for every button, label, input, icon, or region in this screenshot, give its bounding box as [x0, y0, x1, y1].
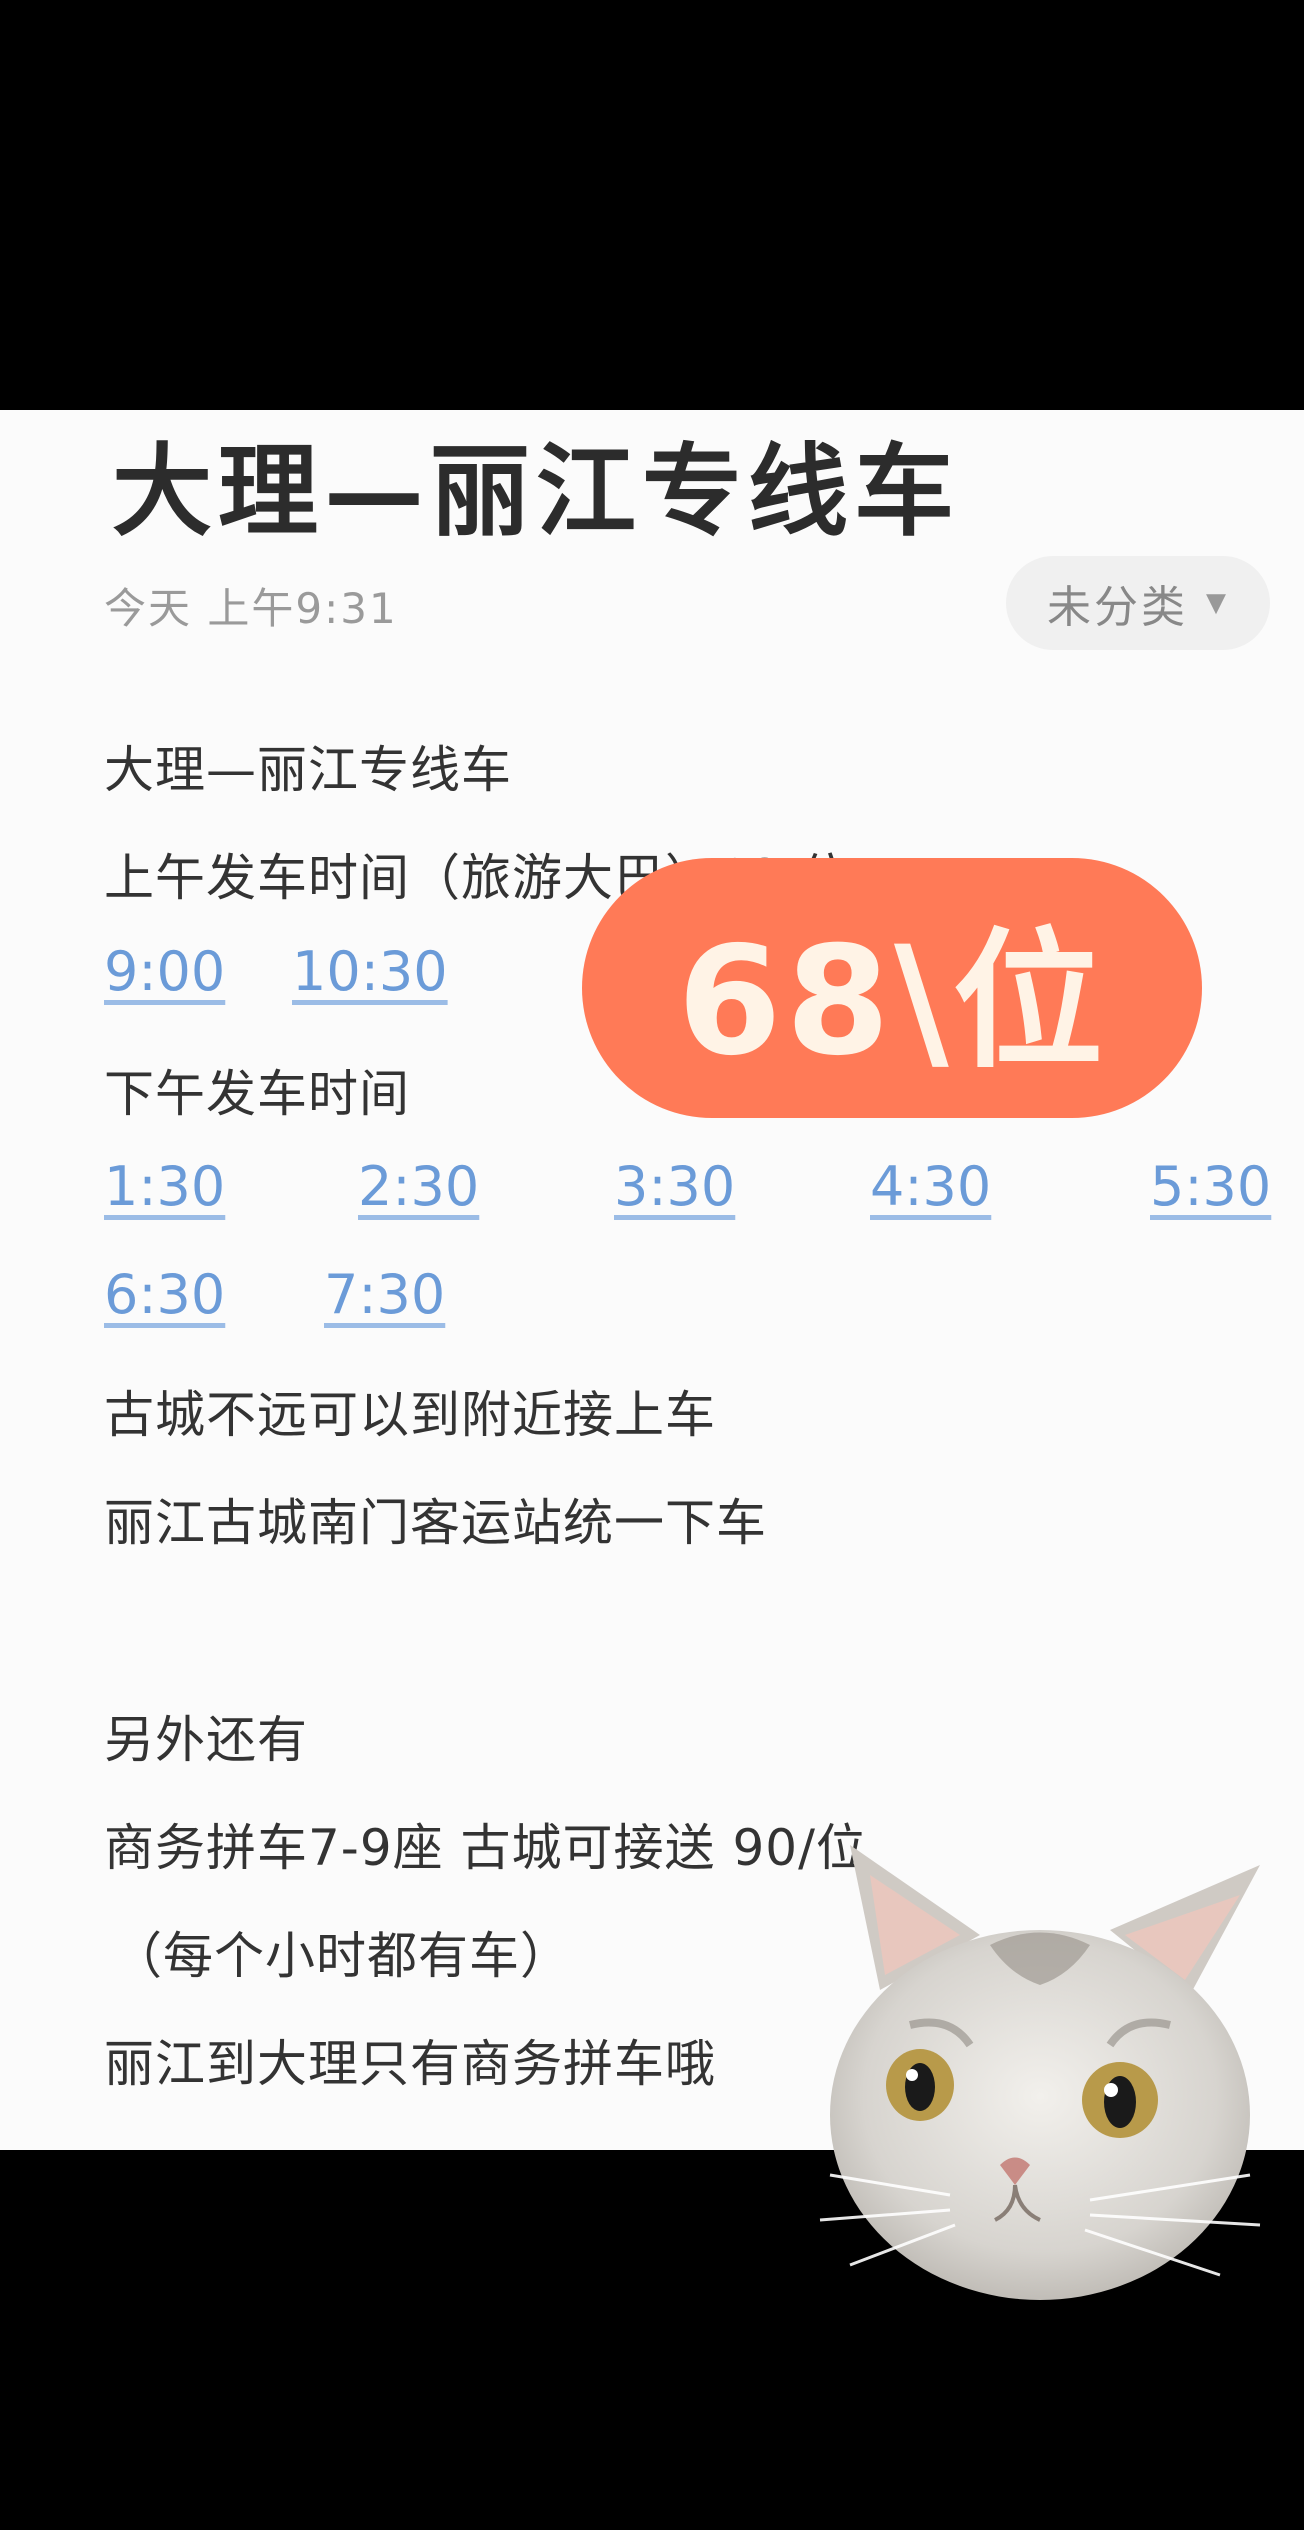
category-label: 未分类	[1047, 582, 1188, 633]
body-line-dropoff: 丽江古城南门客运站统一下车	[104, 1494, 767, 1552]
body-line-return: 丽江到大理只有商务拼车哦	[104, 2035, 716, 2093]
body-line-business: 商务拼车7-9座 古城可接送 90/位	[104, 1819, 867, 1877]
time-link-morning[interactable]: 10:30	[292, 940, 448, 1003]
time-link-afternoon[interactable]: 2:30	[358, 1155, 479, 1218]
note-title: 大理—丽江专线车	[112, 432, 960, 550]
time-link-afternoon[interactable]: 4:30	[870, 1155, 991, 1218]
note-date: 今天 上午9:31	[104, 584, 398, 633]
body-line-route: 大理—丽江专线车	[104, 741, 512, 799]
price-badge-overlay: 68\位	[582, 858, 1202, 1118]
body-line-hourly: （每个小时都有车）	[112, 1927, 571, 1985]
time-link-afternoon[interactable]: 1:30	[104, 1155, 225, 1218]
body-line-also: 另外还有	[104, 1711, 308, 1769]
category-dropdown[interactable]: 未分类 ▼	[1006, 556, 1270, 650]
cat-sticker	[819, 1845, 1261, 2300]
body-line-pickup: 古城不远可以到附近接上车	[104, 1386, 716, 1444]
chevron-down-icon: ▼	[1206, 588, 1229, 618]
time-link-afternoon[interactable]: 7:30	[324, 1263, 445, 1326]
body-line-afternoon: 下午发车时间	[104, 1065, 410, 1123]
time-link-afternoon[interactable]: 5:30	[1150, 1155, 1271, 1218]
time-link-morning[interactable]: 9:00	[104, 940, 225, 1003]
time-link-afternoon[interactable]: 6:30	[104, 1263, 225, 1326]
time-link-afternoon[interactable]: 3:30	[614, 1155, 735, 1218]
